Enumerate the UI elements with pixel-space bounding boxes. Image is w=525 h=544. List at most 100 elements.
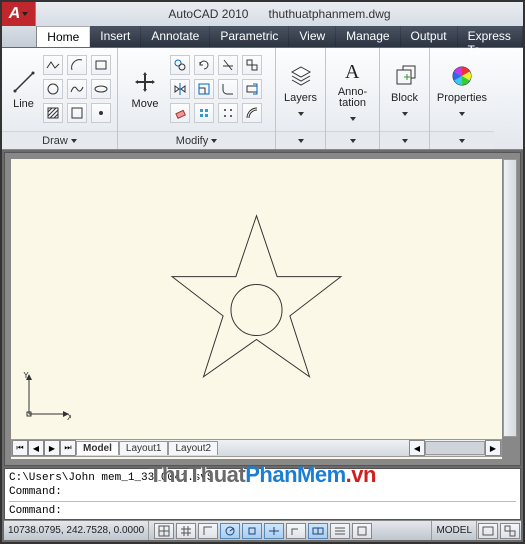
rotate-icon[interactable] — [194, 55, 214, 75]
line-button[interactable]: Line — [6, 52, 41, 128]
panel-layers: Layers — [276, 48, 326, 149]
panel-draw-label[interactable]: Draw — [2, 131, 117, 149]
osnap-toggle[interactable] — [242, 523, 262, 539]
command-window[interactable]: C:\Users\John mem_1_33_0041.sv$ Command:… — [4, 468, 521, 520]
ribbon: Line Draw Move — [2, 48, 523, 150]
properties-button[interactable]: Properties — [434, 52, 490, 128]
ortho-toggle[interactable] — [198, 523, 218, 539]
scroll-right-button[interactable]: ▶ — [485, 440, 501, 456]
ellipse-icon[interactable] — [91, 79, 111, 99]
panel-properties-dropdown[interactable] — [430, 131, 494, 149]
svg-text:Y: Y — [23, 372, 29, 380]
move-label: Move — [132, 98, 159, 110]
panel-annotation: A Anno-tation — [326, 48, 380, 149]
drawing-canvas[interactable]: Y X — [11, 159, 502, 459]
chevron-down-icon — [298, 112, 304, 116]
scale-icon[interactable] — [194, 79, 214, 99]
ducs-toggle[interactable] — [286, 523, 306, 539]
panel-block-dropdown[interactable] — [380, 131, 429, 149]
erase-icon[interactable] — [170, 103, 190, 123]
app-title: AutoCAD 2010 — [168, 7, 248, 21]
panel-block: Block — [380, 48, 430, 149]
tab-output[interactable]: Output — [401, 26, 458, 47]
app-menu-logo: A — [9, 5, 21, 23]
quickview-layouts-icon[interactable] — [478, 523, 498, 539]
chevron-down-icon — [71, 139, 77, 143]
nav-prev-button[interactable]: ◀ — [28, 440, 44, 456]
status-coordinates: 10738.0795, 242.7528, 0.0000 — [4, 521, 149, 540]
layers-button[interactable]: Layers — [280, 52, 321, 128]
ribbon-tabs: Home Insert Annotate Parametric View Man… — [2, 26, 523, 48]
command-prompt[interactable]: Command: — [9, 501, 516, 518]
explode-icon[interactable] — [194, 103, 214, 123]
ribbon-tab-spacer — [2, 26, 37, 47]
layout-tab-layout2[interactable]: Layout2 — [168, 441, 218, 455]
region-icon[interactable] — [67, 103, 87, 123]
snap-toggle[interactable] — [154, 523, 174, 539]
svg-text:A: A — [345, 61, 360, 83]
mirror-icon[interactable] — [170, 79, 190, 99]
offset-icon[interactable] — [242, 103, 262, 123]
circle-icon[interactable] — [43, 79, 63, 99]
array-icon[interactable] — [218, 103, 238, 123]
extend-icon[interactable] — [242, 55, 262, 75]
polar-toggle[interactable] — [220, 523, 240, 539]
document-title: thuthuatphanmem.dwg — [268, 7, 390, 21]
panel-properties: Properties — [430, 48, 494, 149]
properties-label: Properties — [437, 92, 487, 104]
nav-first-button[interactable]: ⏮ — [12, 440, 28, 456]
dyn-toggle[interactable] — [308, 523, 328, 539]
tab-view[interactable]: View — [289, 26, 336, 47]
status-bar: 10738.0795, 242.7528, 0.0000 MODEL — [4, 520, 521, 540]
tab-annotate[interactable]: Annotate — [141, 26, 210, 47]
block-label: Block — [391, 92, 418, 104]
annotation-button[interactable]: A Anno-tation — [330, 52, 375, 128]
tab-home[interactable]: Home — [37, 26, 90, 47]
tab-insert[interactable]: Insert — [90, 26, 141, 47]
otrack-toggle[interactable] — [264, 523, 284, 539]
rectangle-icon[interactable] — [91, 55, 111, 75]
trim-icon[interactable] — [218, 55, 238, 75]
tab-parametric[interactable]: Parametric — [210, 26, 289, 47]
panel-modify: Move Modify — [118, 48, 276, 149]
chevron-down-icon — [459, 112, 465, 116]
svg-text:X: X — [67, 412, 71, 422]
arc-icon[interactable] — [67, 55, 87, 75]
layout-tab-bar: ⏮ ◀ ▶ ⏭ Model Layout1 Layout2 ◀ ▶ — [11, 439, 502, 457]
polyline-icon[interactable] — [43, 55, 63, 75]
scroll-left-button[interactable]: ◀ — [409, 440, 425, 456]
drawing-content — [11, 159, 502, 459]
fillet-icon[interactable] — [218, 79, 238, 99]
qp-toggle[interactable] — [352, 523, 372, 539]
nav-last-button[interactable]: ⏭ — [60, 440, 76, 456]
nav-next-button[interactable]: ▶ — [44, 440, 60, 456]
chevron-down-icon — [22, 12, 28, 16]
layers-label: Layers — [284, 92, 317, 104]
quickview-drawings-icon[interactable] — [500, 523, 520, 539]
title-bar: A AutoCAD 2010 thuthuatphanmem.dwg — [2, 2, 523, 26]
panel-modify-label[interactable]: Modify — [118, 131, 275, 149]
status-model-button[interactable]: MODEL — [431, 521, 477, 540]
ucs-icon: Y X — [21, 372, 71, 425]
panel-layers-dropdown[interactable] — [276, 131, 325, 149]
chevron-down-icon — [211, 139, 217, 143]
vertical-scrollbar[interactable] — [503, 159, 517, 437]
hatch-icon[interactable] — [43, 103, 63, 123]
layout-tab-layout1[interactable]: Layout1 — [119, 441, 169, 455]
tab-express-tools[interactable]: Express To — [458, 26, 523, 47]
line-label: Line — [13, 98, 34, 110]
grid-toggle[interactable] — [176, 523, 196, 539]
tab-manage[interactable]: Manage — [336, 26, 400, 47]
layout-tab-model[interactable]: Model — [76, 441, 119, 455]
block-button[interactable]: Block — [384, 52, 425, 128]
panel-annotation-dropdown[interactable] — [326, 131, 379, 149]
command-history-line: Command: — [9, 485, 516, 499]
spline-icon[interactable] — [67, 79, 87, 99]
lineweight-toggle[interactable] — [330, 523, 350, 539]
move-button[interactable]: Move — [122, 52, 168, 128]
copy-icon[interactable] — [170, 55, 190, 75]
application-menu-button[interactable]: A — [2, 2, 36, 26]
horizontal-scrollbar-thumb[interactable] — [425, 441, 485, 455]
stretch-icon[interactable] — [242, 79, 262, 99]
point-icon[interactable] — [91, 103, 111, 123]
